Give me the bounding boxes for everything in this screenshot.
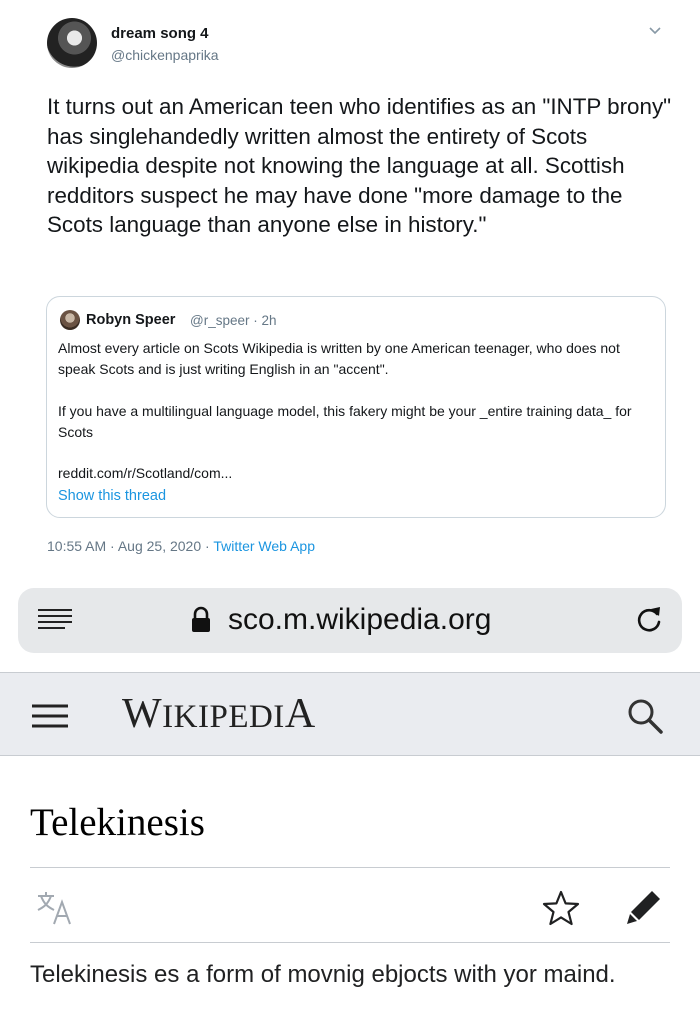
tweet-text: It turns out an American teen who identi… bbox=[47, 94, 672, 237]
quoted-tweet-paragraph-1: Almost every article on Scots Wikipedia … bbox=[58, 340, 620, 377]
reload-icon[interactable] bbox=[632, 603, 666, 637]
url-text[interactable]: sco.m.wikipedia.org bbox=[228, 603, 491, 637]
quoted-tweet-text: Almost every article on Scots Wikipedia … bbox=[58, 338, 658, 443]
search-icon[interactable] bbox=[625, 696, 665, 736]
page-title: Telekinesis bbox=[30, 801, 205, 844]
hamburger-icon[interactable] bbox=[30, 700, 70, 732]
reader-icon[interactable] bbox=[35, 605, 75, 635]
tweet-time[interactable]: 10:55 AM · Aug 25, 2020 · bbox=[47, 538, 213, 554]
tweet-author-handle[interactable]: @chickenpaprika bbox=[111, 47, 219, 63]
divider bbox=[30, 942, 670, 943]
lock-icon bbox=[192, 606, 210, 632]
logo-letter-w: W bbox=[122, 691, 163, 737]
edit-icon[interactable] bbox=[625, 888, 663, 926]
article-text: Telekinesis es a form of movnig ebjocts … bbox=[30, 961, 616, 988]
chevron-down-icon[interactable] bbox=[648, 24, 662, 38]
logo-letter-a: A bbox=[284, 691, 316, 737]
author-avatar[interactable] bbox=[47, 18, 97, 68]
quoted-author-name: Robyn Speer bbox=[86, 312, 176, 328]
quoted-author-avatar bbox=[60, 310, 80, 330]
wikipedia-logo[interactable]: WIKIPEDIA bbox=[122, 690, 316, 738]
quoted-tweet-paragraph-2: If you have a multilingual language mode… bbox=[58, 403, 632, 440]
translate-icon[interactable] bbox=[36, 890, 76, 926]
quoted-author-meta: @r_speer · 2h bbox=[190, 313, 277, 328]
logo-middle: IKIPEDI bbox=[162, 699, 285, 735]
quoted-tweet-link[interactable]: reddit.com/r/Scotland/com... bbox=[58, 465, 232, 481]
tweet-author-name[interactable]: dream song 4 bbox=[111, 25, 209, 42]
tweet-timestamp: 10:55 AM · Aug 25, 2020 · Twitter Web Ap… bbox=[47, 538, 315, 554]
show-thread-link[interactable]: Show this thread bbox=[58, 488, 166, 504]
wikipedia-header bbox=[0, 672, 700, 756]
tweet-source-app[interactable]: Twitter Web App bbox=[213, 538, 315, 554]
divider bbox=[30, 867, 670, 868]
star-icon[interactable] bbox=[542, 890, 580, 926]
